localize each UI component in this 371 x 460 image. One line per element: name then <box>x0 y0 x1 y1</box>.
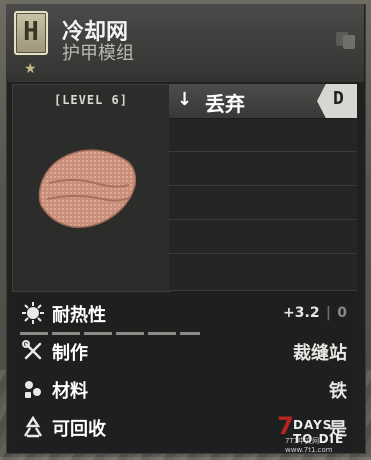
stat-name: 可回收 <box>52 419 106 440</box>
stat-name: 耐热性 <box>52 305 106 326</box>
tier-badge: H <box>14 11 48 55</box>
compare-icon[interactable] <box>336 30 356 50</box>
value-separator: | <box>325 305 331 321</box>
empty-slot <box>169 118 357 152</box>
empty-slot <box>169 254 357 291</box>
item-subtitle: 护甲模组 <box>62 43 134 64</box>
stat-row-heat-resistance: 耐热性 +3.2 | 0 <box>12 296 357 335</box>
watermark-logo: 7 DAYS TO DIE 7T1中文网 www.7t1.com <box>277 412 357 454</box>
watermark-sub: 7T1中文网 www.7t1.com <box>285 437 333 454</box>
stat-value: 铁 <box>329 381 347 402</box>
stat-name: 制作 <box>52 343 88 364</box>
stat-value: 裁缝站 <box>293 343 347 364</box>
stat-value: +3.2 | 0 <box>283 301 347 322</box>
item-header <box>6 4 364 82</box>
hotkey-label: D <box>333 88 344 109</box>
recycle-icon <box>23 416 43 438</box>
stat-row-materials: 材料 铁 <box>12 372 357 408</box>
discard-button[interactable]: ↓ 丢弃 D <box>169 84 357 119</box>
item-preview: [LEVEL 6] <box>12 84 170 292</box>
quality-star-icon: ★ <box>24 61 37 77</box>
empty-slot <box>169 186 357 220</box>
empty-slot <box>169 220 357 254</box>
stat-value-alt: 0 <box>337 305 347 321</box>
stat-row-crafting: 制作 裁缝站 <box>12 334 357 370</box>
heat-icon <box>22 302 44 324</box>
stat-value-main: +3.2 <box>283 305 320 321</box>
item-level: [LEVEL 6] <box>53 93 129 107</box>
empty-slot <box>169 152 357 186</box>
stat-name: 材料 <box>52 381 88 402</box>
materials-icon <box>25 381 41 398</box>
discard-label: 丢弃 <box>205 92 245 116</box>
hotkey-badge: D <box>317 84 357 118</box>
cooling-mesh-icon <box>38 149 137 228</box>
tier-letter: H <box>23 17 39 47</box>
tools-icon <box>22 340 42 360</box>
arrow-down-icon: ↓ <box>177 89 193 110</box>
